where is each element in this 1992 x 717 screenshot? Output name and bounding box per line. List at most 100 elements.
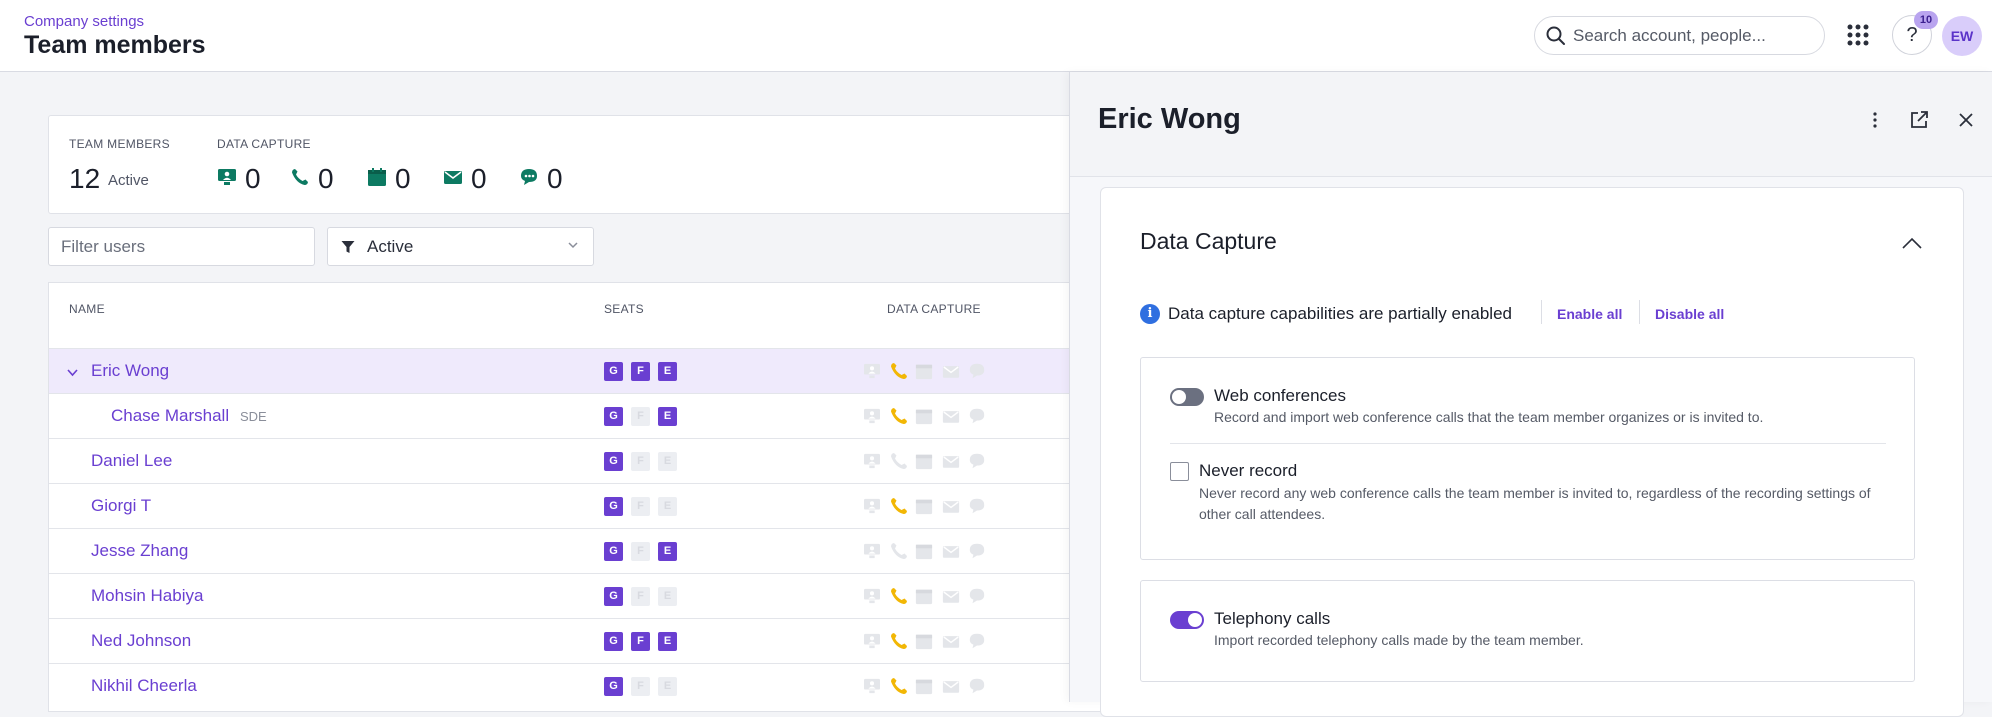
table-row[interactable]: Jesse Zhang G F E xyxy=(49,528,1149,573)
calendar-icon xyxy=(915,632,933,650)
user-avatar[interactable]: EW xyxy=(1942,16,1982,56)
web-conference-icon xyxy=(217,168,237,191)
notification-badge: 10 xyxy=(1914,11,1938,29)
table-row[interactable]: Chase Marshall SDE G F E xyxy=(49,393,1149,438)
calendar-icon xyxy=(915,677,933,695)
top-bar: Company settings Team members ? 10 EW xyxy=(0,0,1992,72)
chat-icon xyxy=(968,452,986,470)
web-conference-icon xyxy=(863,498,881,516)
table-row[interactable]: Eric Wong G F E xyxy=(49,348,1149,393)
seat-badge: F xyxy=(631,362,650,381)
apps-grid-icon[interactable] xyxy=(1847,24,1869,46)
seat-badge: F xyxy=(631,587,650,606)
seat-badge: F xyxy=(631,632,650,651)
filter-funnel-icon xyxy=(341,240,355,259)
email-icon xyxy=(942,454,960,472)
table-row[interactable]: Giorgi T GFE xyxy=(49,483,1149,528)
chevron-down-icon[interactable] xyxy=(66,365,79,383)
chevron-down-icon xyxy=(567,237,579,255)
search-icon xyxy=(1545,25,1567,52)
seat-badge: E xyxy=(658,542,677,561)
enable-all-link[interactable]: Enable all xyxy=(1557,306,1622,322)
calendar-icon xyxy=(915,407,933,425)
member-name-link[interactable]: Eric Wong xyxy=(91,361,169,381)
member-name-link[interactable]: Daniel Lee xyxy=(91,451,172,471)
email-icon xyxy=(942,634,960,652)
search-box[interactable] xyxy=(1534,16,1825,55)
chat-icon xyxy=(968,632,986,650)
data-capture-label: DATA CAPTURE xyxy=(217,137,311,151)
seat-badge: F xyxy=(631,497,650,516)
phone-icon xyxy=(889,406,907,424)
member-name-link[interactable]: Nikhil Cheerla xyxy=(91,676,197,696)
table-row[interactable]: Mohsin Habiya G F E xyxy=(49,573,1149,618)
seat-badge: E xyxy=(658,362,677,381)
calendar-icon xyxy=(915,452,933,470)
member-name-link[interactable]: Ned Johnson xyxy=(91,631,191,651)
chat-icon xyxy=(968,587,986,605)
seat-badge: G xyxy=(604,362,623,381)
seat-badge: G xyxy=(604,497,623,516)
search-input[interactable] xyxy=(1573,25,1813,47)
seat-badge: F xyxy=(631,452,650,471)
team-members-table: NAME SEATS DATA CAPTURE Eric Wong G F E Chas… xyxy=(48,282,1149,712)
email-icon xyxy=(942,589,960,607)
calendar-icon xyxy=(915,497,933,515)
web-conferences-toggle[interactable] xyxy=(1170,388,1204,406)
web-conference-count: 0 xyxy=(245,163,261,194)
phone-icon xyxy=(889,496,907,514)
chat-icon xyxy=(968,362,986,380)
phone-icon xyxy=(889,631,907,649)
seat-badge: G xyxy=(604,632,623,651)
status-filter-select[interactable]: Active xyxy=(327,227,594,266)
email-icon xyxy=(443,169,463,190)
member-name-link[interactable]: Chase Marshall xyxy=(111,406,229,426)
telephony-description: Import recorded telephony calls made by … xyxy=(1214,632,1584,648)
more-options-icon[interactable] xyxy=(1863,108,1887,132)
team-members-status: Active xyxy=(108,172,149,189)
chevron-up-icon[interactable] xyxy=(1901,236,1923,255)
email-icon xyxy=(942,364,960,382)
web-conference-stat: 0 xyxy=(217,163,261,195)
filter-users-field[interactable] xyxy=(48,227,315,266)
member-name-link[interactable]: Jesse Zhang xyxy=(91,541,188,561)
web-conference-icon xyxy=(863,678,881,696)
telephony-box: Telephony calls Import recorded telephon… xyxy=(1140,580,1915,682)
disable-all-link[interactable]: Disable all xyxy=(1655,306,1724,322)
phone-icon xyxy=(889,676,907,694)
calendar-icon xyxy=(915,587,933,605)
close-icon[interactable] xyxy=(1954,108,1978,132)
summary-card: TEAM MEMBERS 12 Active DATA CAPTURE 0 0 … xyxy=(48,115,1148,214)
open-external-icon[interactable] xyxy=(1907,108,1931,132)
calendar-count: 0 xyxy=(395,163,411,194)
column-header-seats: SEATS xyxy=(604,302,644,316)
breadcrumb[interactable]: Company settings xyxy=(24,13,144,30)
page-title: Team members xyxy=(24,31,206,59)
seat-badge: G xyxy=(604,542,623,561)
phone-count: 0 xyxy=(318,163,334,194)
table-row[interactable]: Daniel Lee G F E xyxy=(49,438,1149,483)
phone-icon xyxy=(889,586,907,604)
member-role: SDE xyxy=(240,409,267,424)
table-row[interactable]: Nikhil Cheerla G F E xyxy=(49,663,1149,708)
seat-badge: G xyxy=(604,587,623,606)
web-conferences-box: Web conferences Record and import web co… xyxy=(1140,357,1915,560)
never-record-checkbox[interactable] xyxy=(1170,462,1189,481)
seat-badge: E xyxy=(658,677,677,696)
chat-stat: 0 xyxy=(519,163,563,195)
member-name-link[interactable]: Giorgi T xyxy=(91,496,151,516)
column-header-name[interactable]: NAME xyxy=(69,302,105,316)
filter-users-input[interactable] xyxy=(61,237,301,257)
table-row[interactable]: Ned Johnson G F E xyxy=(49,618,1149,663)
info-icon: i xyxy=(1140,304,1160,324)
telephony-title: Telephony calls xyxy=(1214,609,1331,628)
telephony-toggle[interactable] xyxy=(1170,611,1204,629)
web-conference-icon xyxy=(863,633,881,651)
web-conferences-title: Web conferences xyxy=(1214,386,1346,405)
member-name-link[interactable]: Mohsin Habiya xyxy=(91,586,203,606)
web-conference-icon xyxy=(863,408,881,426)
web-conference-icon xyxy=(863,588,881,606)
column-header-data-capture: DATA CAPTURE xyxy=(887,302,981,316)
seat-badge: E xyxy=(658,587,677,606)
divider xyxy=(1541,300,1542,324)
